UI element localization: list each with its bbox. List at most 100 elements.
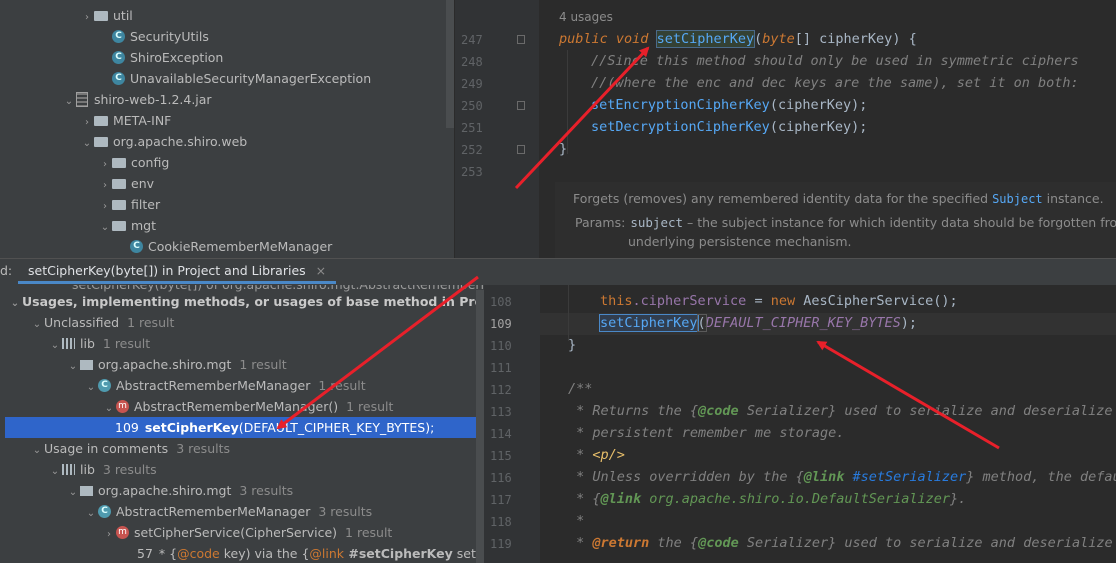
- method-icon: m: [116, 526, 129, 539]
- fold-marker-icon[interactable]: [517, 101, 525, 110]
- chevron-down-icon[interactable]: ⌄: [48, 461, 62, 482]
- chevron-right-icon[interactable]: ›: [98, 196, 112, 217]
- tab-find-usages[interactable]: setCipherKey(byte[]) in Project and Libr…: [18, 258, 337, 284]
- chevron-down-icon[interactable]: ⌄: [102, 398, 116, 419]
- result-row[interactable]: ⌄ C AbstractRememberMeManager 1 result: [84, 375, 366, 396]
- close-icon[interactable]: ×: [316, 263, 326, 278]
- result-label: Unclassified: [44, 315, 120, 330]
- project-tree: › util C SecurityUtils C ShiroException C Unava…: [0, 0, 454, 258]
- line-number: 250: [461, 99, 483, 113]
- folder-icon: [112, 199, 126, 210]
- chevron-down-icon[interactable]: ⌄: [98, 217, 112, 238]
- result-line-number: 57: [137, 546, 153, 561]
- tree-item[interactable]: C UnavailableSecurityManagerException: [98, 68, 371, 89]
- javadoc-tag: @link: [600, 491, 642, 507]
- line-number: 109: [490, 317, 512, 331]
- code-line: setCipherKey(DEFAULT_CIPHER_KEY_BYTES);: [599, 314, 917, 332]
- indent-guide: [568, 285, 569, 341]
- usages-hint[interactable]: 4 usages: [559, 10, 613, 24]
- chevron-down-icon[interactable]: ⌄: [30, 314, 44, 335]
- chevron-right-icon[interactable]: ›: [80, 112, 94, 133]
- comment-line: /**: [568, 381, 593, 397]
- folder-icon: [94, 10, 108, 21]
- results-scrollbar[interactable]: [476, 290, 484, 563]
- chevron-right-icon[interactable]: ›: [98, 154, 112, 175]
- fold-marker-icon[interactable]: [517, 35, 525, 44]
- result-row[interactable]: › m setCipherService(CipherService) 1 resul…: [102, 522, 392, 543]
- selected-result-row[interactable]: 109 setCipherKey(DEFAULT_CIPHER_KEY_BYTES…: [5, 417, 484, 438]
- tree-item[interactable]: › env: [98, 173, 154, 194]
- result-count: 3 results: [318, 504, 373, 519]
- result-row[interactable]: ⌄ lib 3 results: [48, 459, 157, 480]
- result-label: DEFAULT_CIPHER_KEY_BYTES);: [243, 420, 435, 435]
- keyword: void: [615, 31, 649, 47]
- result-count: 1 result: [346, 399, 394, 414]
- line-number: 248: [461, 55, 483, 69]
- chevron-down-icon[interactable]: ⌄: [80, 133, 94, 154]
- chevron-down-icon[interactable]: ⌄: [84, 503, 98, 524]
- tree-item-label: CookieRememberMeManager: [148, 239, 333, 254]
- method-call[interactable]: setEncryptionCipherKey: [591, 97, 770, 113]
- result-row[interactable]: ⌄ org.apache.shiro.mgt 1 result: [66, 354, 287, 375]
- tree-item[interactable]: ⌄ org.apache.shiro.web: [80, 131, 247, 152]
- result-row[interactable]: ⌄ Unclassified 1 result: [30, 312, 175, 335]
- comment-line: //(where the enc and dec keys are the sa…: [591, 75, 1079, 91]
- line-number: 111: [490, 361, 512, 375]
- class-icon: C: [130, 240, 143, 253]
- result-row[interactable]: ⌄ lib 1 result: [48, 333, 150, 354]
- chevron-right-icon[interactable]: ›: [98, 175, 112, 196]
- tree-item-label: config: [131, 155, 170, 170]
- chevron-down-icon[interactable]: ⌄: [66, 482, 80, 503]
- chevron-down-icon[interactable]: ⌄: [62, 91, 76, 112]
- comment-text: Serializer} used to serialize and deseri…: [738, 403, 1116, 419]
- preview-editor[interactable]: this.cipherService = new AesCipherServic…: [540, 285, 1116, 563]
- fold-marker-icon[interactable]: [517, 145, 525, 154]
- chevron-right-icon[interactable]: ›: [80, 7, 94, 28]
- tree-item[interactable]: C SecurityUtils: [98, 26, 209, 47]
- tree-item-label: SecurityUtils: [130, 29, 209, 44]
- line-number: 113: [490, 405, 512, 419]
- method-name[interactable]: setCipherKey: [655, 30, 756, 48]
- editor-gutter-top: 247 248 249 250 251 252 253: [455, 0, 539, 258]
- chevron-down-icon[interactable]: ⌄: [48, 335, 62, 356]
- tree-item[interactable]: C CookieRememberMeManager: [116, 236, 332, 257]
- results-root[interactable]: ⌄ Usages, implementing methods, or usages…: [8, 291, 484, 312]
- comment-text: * {: [568, 491, 601, 507]
- result-row[interactable]: ⌄ C AbstractRememberMeManager 3 results: [84, 501, 372, 522]
- result-label: AbstractRememberMeManager: [116, 504, 311, 519]
- root-label: Usages, implementing methods, or usages …: [22, 294, 484, 309]
- doc-params: Params: subject – the subject instance fo…: [575, 215, 1116, 230]
- method-call[interactable]: setDecryptionCipherKey: [591, 119, 770, 135]
- doc-text: instance.: [1042, 191, 1104, 206]
- library-icon: [62, 338, 75, 349]
- chevron-right-icon[interactable]: ›: [102, 524, 116, 545]
- tree-item[interactable]: › filter: [98, 194, 160, 215]
- tree-item[interactable]: › META-INF: [80, 110, 171, 131]
- chevron-down-icon[interactable]: ⌄: [30, 440, 44, 461]
- tree-item[interactable]: › config: [98, 152, 169, 173]
- tree-item[interactable]: ⌄ mgt: [98, 215, 156, 236]
- chevron-down-icon[interactable]: ⌄: [66, 356, 80, 377]
- tree-scrollbar[interactable]: [446, 0, 454, 128]
- comment-text: *: [568, 535, 593, 551]
- tree-item[interactable]: C ShiroException: [98, 47, 223, 68]
- tree-item[interactable]: › util: [80, 5, 133, 26]
- preview-gutter: 108 109 110 111 112 113 114 115 116 117 118 119: [484, 285, 540, 563]
- line-number: 253: [461, 165, 483, 179]
- chevron-down-icon[interactable]: ⌄: [84, 377, 98, 398]
- doc-code: Subject: [992, 192, 1043, 206]
- chevron-down-icon[interactable]: ⌄: [8, 293, 22, 314]
- code-line: this.cipherService = new AesCipherServic…: [600, 293, 958, 309]
- result-label: Usage in comments: [44, 441, 169, 456]
- result-row[interactable]: ⌄ m AbstractRememberMeManager() 1 result: [102, 396, 394, 419]
- tree-item-label: util: [113, 8, 133, 23]
- result-row[interactable]: ⌄ org.apache.shiro.mgt 3 results: [66, 480, 293, 501]
- method-call[interactable]: setCipherKey: [599, 314, 699, 332]
- abstract-class-icon: C: [98, 379, 111, 392]
- params-label: Params:: [575, 215, 626, 230]
- tree-item[interactable]: ⌄ shiro-web-1.2.4.jar: [62, 89, 212, 110]
- comment-result-row[interactable]: 57 * {@code key) via the {@link #setCiphe…: [137, 543, 484, 563]
- tree-item-label: mgt: [131, 218, 157, 233]
- result-row[interactable]: ⌄ Usage in comments 3 results: [30, 438, 230, 459]
- result-label: org.apache.shiro.mgt: [98, 483, 232, 498]
